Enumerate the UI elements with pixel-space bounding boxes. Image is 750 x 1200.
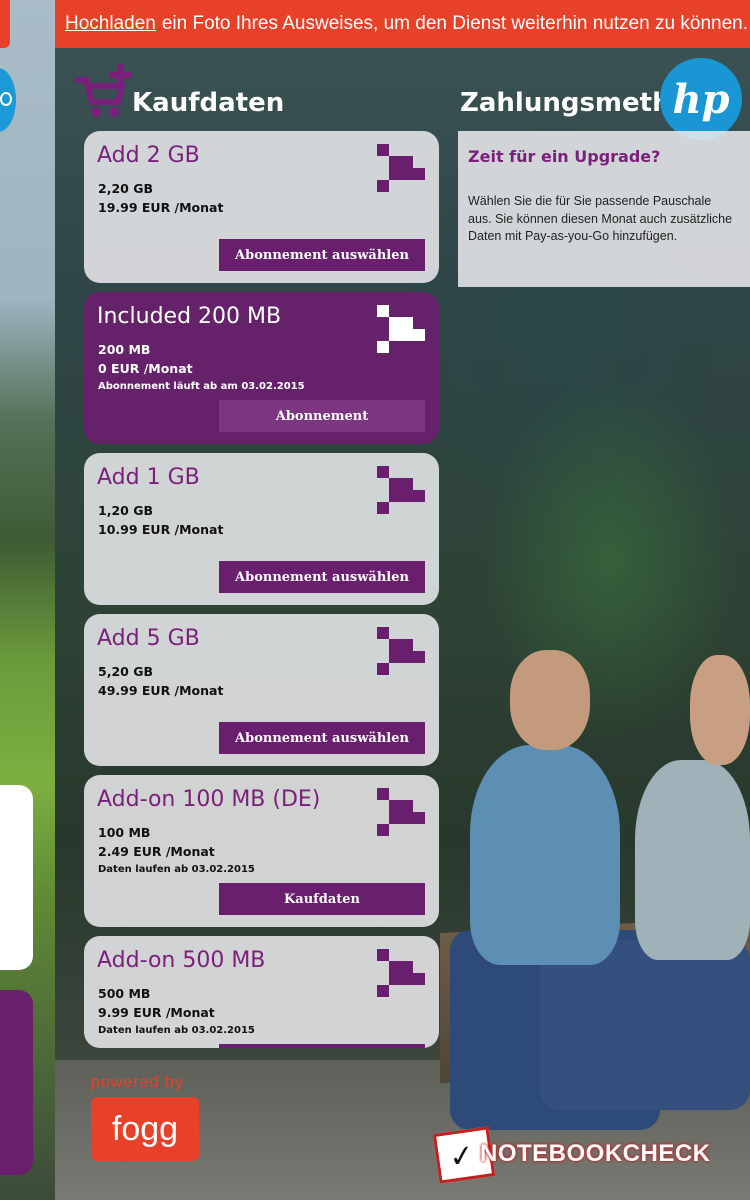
cart-plus-icon xyxy=(76,64,132,117)
plan-expiry-note: Daten laufen ab 03.02.2015 xyxy=(98,864,255,875)
carrier-logo-icon xyxy=(377,949,425,997)
carrier-logo-icon xyxy=(377,305,425,353)
plan-data-size: 100 MB xyxy=(98,825,151,840)
plan-price: 19.99 EUR /Monat xyxy=(98,200,224,215)
watermark-text: NOTEBOOKCHECK xyxy=(480,1140,711,1167)
plan-expiry-note: Daten laufen ab 03.02.2015 xyxy=(98,1025,255,1036)
powered-by-label: powered by xyxy=(91,1074,184,1091)
previous-page-banner-edge xyxy=(0,0,10,48)
plan-price: 10.99 EUR /Monat xyxy=(98,522,224,537)
plan-data-size: 200 MB xyxy=(98,342,151,357)
fogg-logo: fogg xyxy=(91,1097,199,1161)
plan-select-button[interactable]: Abonnement auswählen xyxy=(219,239,425,271)
purchase-heading: Kaufdaten xyxy=(132,88,285,118)
person-head xyxy=(510,650,590,750)
upgrade-title: Zeit für ein Upgrade? xyxy=(468,147,661,166)
plan-data-size: 500 MB xyxy=(98,986,151,1001)
plan-select-button[interactable]: Abonnement auswählen xyxy=(219,722,425,754)
plan-select-button[interactable]: Abonnement xyxy=(219,400,425,432)
carrier-logo-icon xyxy=(377,466,425,514)
plan-title: Add 1 GB xyxy=(97,465,200,490)
plan-price: 49.99 EUR /Monat xyxy=(98,683,224,698)
notebookcheck-watermark: ✓ NOTEBOOKCHECK xyxy=(432,1126,741,1184)
carrier-logo-icon xyxy=(377,627,425,675)
carrier-logo-icon xyxy=(377,788,425,836)
plan-card[interactable]: Included 200 MB 200 MB 0 EUR /Monat Abonnem… xyxy=(84,292,439,444)
plan-card[interactable]: Add-on 500 MB 500 MB 9.99 EUR /Monat Daten … xyxy=(84,936,439,1048)
person-head xyxy=(690,655,750,765)
previous-page-card-edge[interactable] xyxy=(0,990,33,1175)
plan-card[interactable]: Add 5 GB 5,20 GB 49.99 EUR /Monat Abonnemen… xyxy=(84,614,439,766)
hp-logo: hp xyxy=(660,58,742,140)
payment-panel: Zeit für ein Upgrade? Wählen Sie die für… xyxy=(458,131,750,287)
person-body xyxy=(470,745,620,965)
person-body xyxy=(635,760,750,960)
plan-title: Add-on 500 MB xyxy=(97,948,266,973)
plan-price: 0 EUR /Monat xyxy=(98,361,193,376)
plan-price: 2.49 EUR /Monat xyxy=(98,844,215,859)
plan-card[interactable]: Add 2 GB 2,20 GB 19.99 EUR /Monat Abonnemen… xyxy=(84,131,439,283)
plan-expiry-note: Abonnement läuft ab am 03.02.2015 xyxy=(98,381,305,392)
plan-data-size: 1,20 GB xyxy=(98,503,153,518)
previous-page-card-edge[interactable] xyxy=(0,785,33,970)
banner-text: ein Foto Ihres Ausweises, um den Dienst … xyxy=(161,13,748,34)
plan-data-size: 2,20 GB xyxy=(98,181,153,196)
carrier-logo-icon xyxy=(377,144,425,192)
id-upload-banner: Hochladen ein Foto Ihres Ausweises, um d… xyxy=(55,0,750,48)
plan-card[interactable]: Add-on 100 MB (DE) 100 MB 2.49 EUR /Monat D… xyxy=(84,775,439,927)
plan-title: Add 2 GB xyxy=(97,143,200,168)
plan-title: Add 5 GB xyxy=(97,626,200,651)
upload-link[interactable]: Hochladen xyxy=(65,13,156,35)
plan-data-size: 5,20 GB xyxy=(98,664,153,679)
plan-select-button[interactable] xyxy=(219,1044,425,1048)
plan-price: 9.99 EUR /Monat xyxy=(98,1005,215,1020)
plan-title: Included 200 MB xyxy=(97,304,282,329)
plan-select-button[interactable]: Kaufdaten xyxy=(219,883,425,915)
upgrade-text: Wählen Sie die für Sie passende Pauschal… xyxy=(468,194,733,243)
person-legs xyxy=(540,940,750,1110)
plan-title: Add-on 100 MB (DE) xyxy=(97,787,321,812)
plan-select-button[interactable]: Abonnement auswählen xyxy=(219,561,425,593)
plan-card[interactable]: Add 1 GB 1,20 GB 10.99 EUR /Monat Abonnemen… xyxy=(84,453,439,605)
